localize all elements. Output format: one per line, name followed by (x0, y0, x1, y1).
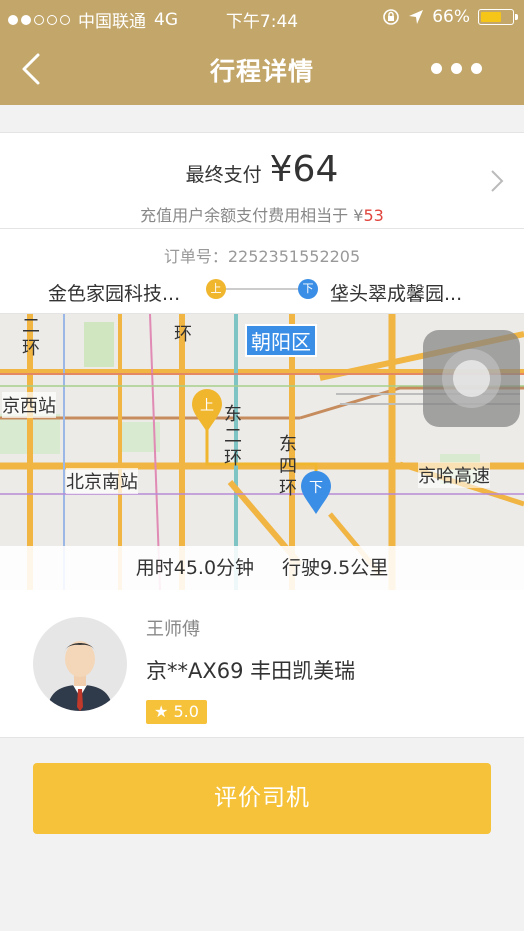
balance-note: 充值用户余额支付费用相当于 (140, 206, 349, 225)
car-info: 京**AX69 丰田凯美瑞 (146, 659, 356, 683)
balance-value: 53 (363, 206, 384, 225)
road-label: 环 (174, 324, 192, 345)
driver-card: 王师傅 京**AX69 丰田凯美瑞 ★ 5.0 (0, 590, 524, 738)
pickup-marker-icon: 上 (206, 279, 226, 299)
road-label: 东二环 (224, 404, 242, 469)
more-options-button[interactable] (431, 63, 482, 74)
payment-label: 最终支付 (185, 164, 262, 186)
pickup-address: 金色家园科技... (48, 283, 181, 305)
balance-currency: ¥ (353, 206, 364, 225)
svg-text:下: 下 (309, 480, 323, 496)
more-dot-icon (451, 63, 462, 74)
chevron-right-icon (491, 170, 504, 192)
road-label: 东四环 (279, 434, 297, 499)
status-bar: 中国联通 4G 下午7:44 66% (0, 0, 524, 34)
order-number: 订单号：2252351552205 (163, 247, 361, 266)
trip-stats: 用时45.0分钟 行驶9.5公里 (0, 546, 524, 590)
station-label: 北京南站 (66, 468, 138, 494)
payment-summary[interactable]: 最终支付 ¥64 充值用户余额支付费用相当于 ¥53 (0, 132, 524, 229)
route-line (224, 288, 300, 290)
chevron-left-icon (22, 53, 40, 85)
driver-name: 王师傅 (146, 619, 200, 640)
star-icon: ★ (154, 702, 169, 721)
road-label: 二环 (22, 316, 40, 359)
back-button[interactable] (18, 51, 48, 87)
route-map[interactable]: 上 下 朝阳区 京西站 北京南站 东二环 东四环 京哈高速 二环 环 用时45.… (0, 314, 524, 590)
route-tracker: 上 下 (206, 279, 318, 299)
map-dropoff-pin-icon: 下 (301, 471, 331, 514)
nav-bar: 行程详情 (0, 34, 524, 105)
person-icon (47, 641, 113, 711)
more-dot-icon (431, 63, 442, 74)
dropoff-address: 垡头翠成馨园... (330, 283, 463, 305)
orientation-lock-icon (383, 9, 400, 25)
district-label: 朝阳区 (245, 324, 317, 357)
trip-distance: 行驶9.5公里 (282, 557, 389, 579)
station-label: 京西站 (2, 392, 56, 418)
map-floating-button[interactable] (423, 330, 520, 427)
more-dot-icon (471, 63, 482, 74)
battery-percent: 66% (432, 7, 470, 27)
payment-amount: ¥64 (269, 149, 339, 190)
road-label: 京哈高速 (418, 462, 490, 488)
location-arrow-icon (409, 10, 424, 24)
rating-value: 5.0 (173, 702, 199, 721)
map-pickup-pin-icon: 上 (192, 389, 222, 432)
route-summary: 订单号：2252351552205 金色家园科技... 上 下 垡头翠成馨园..… (0, 229, 524, 314)
svg-text:上: 上 (200, 398, 214, 414)
battery-icon (478, 9, 518, 25)
rate-driver-button[interactable]: 评价司机 (33, 763, 491, 834)
driver-avatar (33, 617, 127, 711)
dropoff-marker-icon: 下 (298, 279, 318, 299)
trip-duration: 用时45.0分钟 (135, 557, 255, 579)
rating-badge: ★ 5.0 (146, 700, 207, 724)
